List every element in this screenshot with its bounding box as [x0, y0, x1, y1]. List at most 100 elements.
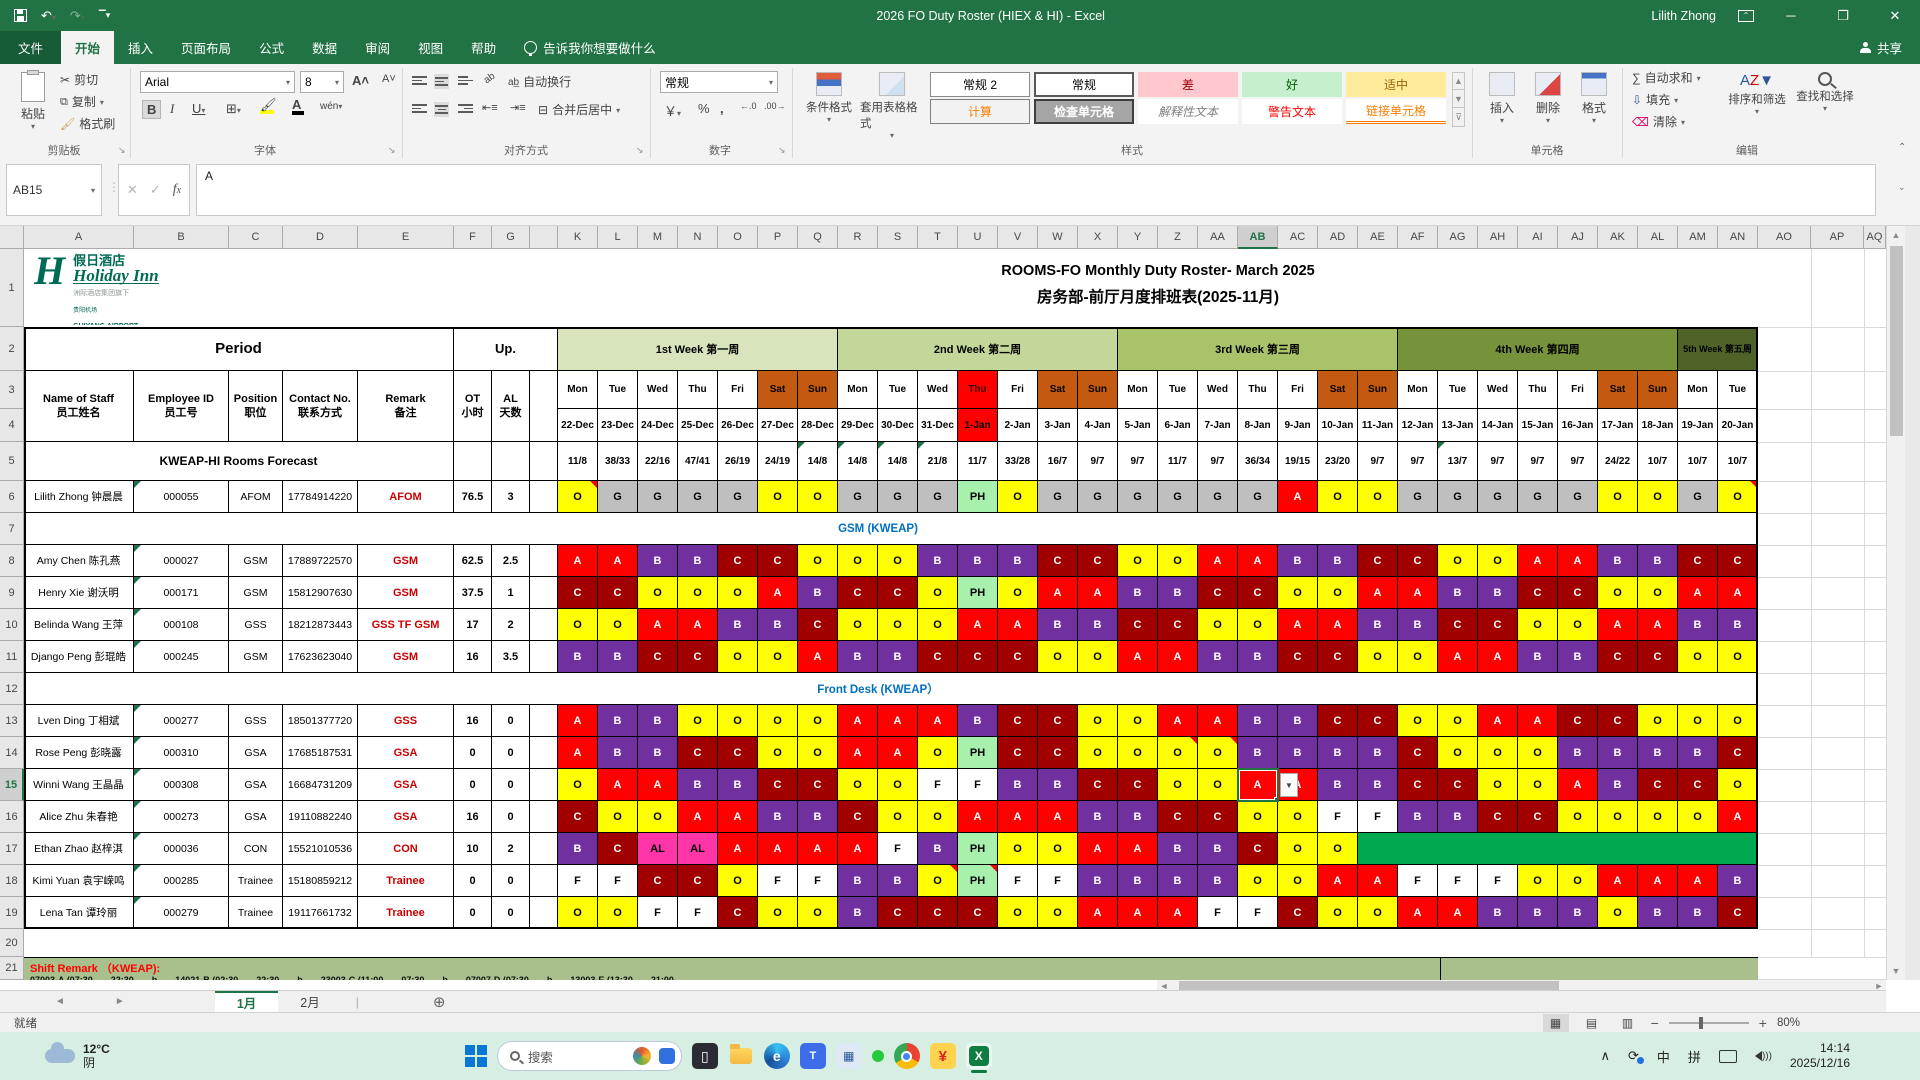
shift-cell-18-12[interactable]: F	[1038, 865, 1078, 897]
staff-name[interactable]: Alice Zhu 朱春艳	[24, 801, 134, 833]
remark[interactable]: GSA	[358, 801, 454, 833]
shift-cell-15-14[interactable]: C	[1118, 769, 1158, 801]
shift-cell-16-4[interactable]: A	[718, 801, 758, 833]
shift-cell-17-14[interactable]: A	[1118, 833, 1158, 865]
column-header-G[interactable]: G	[492, 226, 530, 249]
shift-cell-14-0[interactable]: A	[558, 737, 598, 769]
shift-cell-9-7[interactable]: C	[838, 577, 878, 609]
remark[interactable]: AFOM	[358, 481, 454, 513]
normal-view-icon[interactable]: ▦	[1543, 1014, 1569, 1032]
forecast-20[interactable]: 9/7	[1358, 442, 1398, 481]
shift-cell-9-10[interactable]: PH	[958, 577, 998, 609]
shift-cell-19-24[interactable]: B	[1518, 897, 1558, 929]
contact[interactable]: 16684731209	[283, 769, 358, 801]
shift-cell-18-2[interactable]: C	[638, 865, 678, 897]
ot-hours[interactable]: 0	[454, 737, 492, 769]
row-header-6[interactable]: 6	[0, 481, 24, 513]
shift-cell-6-26[interactable]: O	[1598, 481, 1638, 513]
app-icon-dark[interactable]: ▯	[692, 1043, 718, 1069]
shift-cell-8-9[interactable]: B	[918, 545, 958, 577]
date-5-Jan[interactable]: 5-Jan	[1118, 409, 1158, 442]
column-header-AQ[interactable]: AQ	[1864, 226, 1886, 249]
shift-cell-14-27[interactable]: B	[1638, 737, 1678, 769]
day-name-5[interactable]: Sat	[758, 371, 798, 409]
shift-cell-6-12[interactable]: G	[1038, 481, 1078, 513]
shift-cell-14-11[interactable]: C	[998, 737, 1038, 769]
search-box[interactable]: 搜索	[497, 1041, 682, 1071]
shift-cell-15-7[interactable]: O	[838, 769, 878, 801]
column-header-U[interactable]: U	[958, 226, 998, 249]
column-header-AM[interactable]: AM	[1678, 226, 1718, 249]
shift-cell-11-22[interactable]: A	[1438, 641, 1478, 673]
column-header-Q[interactable]: Q	[798, 226, 838, 249]
shift-cell-19-5[interactable]: O	[758, 897, 798, 929]
shift-cell-19-6[interactable]: O	[798, 897, 838, 929]
staff-name[interactable]: Belinda Wang 王萍	[24, 609, 134, 641]
shift-cell-9-3[interactable]: O	[678, 577, 718, 609]
day-name-2[interactable]: Wed	[638, 371, 678, 409]
shift-cell-17-19[interactable]: O	[1318, 833, 1358, 865]
date-31-Dec[interactable]: 31-Dec	[918, 409, 958, 442]
forecast-1[interactable]: 38/33	[598, 442, 638, 481]
date-8-Jan[interactable]: 8-Jan	[1238, 409, 1278, 442]
shift-cell-8-16[interactable]: A	[1198, 545, 1238, 577]
file-explorer-icon[interactable]	[728, 1043, 754, 1069]
shift-cell-13-8[interactable]: A	[878, 705, 918, 737]
shift-cell-19-14[interactable]: A	[1118, 897, 1158, 929]
shift-cell-10-3[interactable]: A	[678, 609, 718, 641]
date-12-Jan[interactable]: 12-Jan	[1398, 409, 1438, 442]
shift-cell-15-28[interactable]: C	[1678, 769, 1718, 801]
column-header-AK[interactable]: AK	[1598, 226, 1638, 249]
column-header-W[interactable]: W	[1038, 226, 1078, 249]
shift-cell-10-16[interactable]: O	[1198, 609, 1238, 641]
shift-cell-16-1[interactable]: O	[598, 801, 638, 833]
day-name-26[interactable]: Sat	[1598, 371, 1638, 409]
shift-cell-9-5[interactable]: A	[758, 577, 798, 609]
date-14-Jan[interactable]: 14-Jan	[1478, 409, 1518, 442]
shift-cell-14-5[interactable]: O	[758, 737, 798, 769]
forecast-16[interactable]: 9/7	[1198, 442, 1238, 481]
shift-cell-14-24[interactable]: O	[1518, 737, 1558, 769]
day-name-21[interactable]: Mon	[1398, 371, 1438, 409]
remark[interactable]: GSM	[358, 545, 454, 577]
shift-cell-16-24[interactable]: C	[1518, 801, 1558, 833]
contact[interactable]: 17784914220	[283, 481, 358, 513]
position[interactable]: GSA	[229, 737, 283, 769]
shift-cell-13-5[interactable]: O	[758, 705, 798, 737]
shift-cell-8-0[interactable]: A	[558, 545, 598, 577]
day-name-19[interactable]: Sat	[1318, 371, 1358, 409]
shift-cell-19-17[interactable]: F	[1238, 897, 1278, 929]
shift-cell-10-29[interactable]: B	[1718, 609, 1758, 641]
shift-cell-18-7[interactable]: B	[838, 865, 878, 897]
shift-cell-19-12[interactable]: O	[1038, 897, 1078, 929]
shift-cell-10-13[interactable]: B	[1078, 609, 1118, 641]
shift-cell-15-20[interactable]: B	[1358, 769, 1398, 801]
employee-id[interactable]: 000273	[134, 801, 229, 833]
shift-cell-19-29[interactable]: C	[1718, 897, 1758, 929]
shift-cell-13-14[interactable]: O	[1118, 705, 1158, 737]
shift-cell-18-18[interactable]: O	[1278, 865, 1318, 897]
staff-name[interactable]: Ethan Zhao 赵梓淇	[24, 833, 134, 865]
shift-cell-15-21[interactable]: C	[1398, 769, 1438, 801]
day-name-16[interactable]: Wed	[1198, 371, 1238, 409]
shift-cell-10-18[interactable]: A	[1278, 609, 1318, 641]
remark[interactable]: Trainee	[358, 865, 454, 897]
shift-cell-11-18[interactable]: C	[1278, 641, 1318, 673]
shift-cell-6-28[interactable]: G	[1678, 481, 1718, 513]
shift-cell-10-20[interactable]: B	[1358, 609, 1398, 641]
date-20-Jan[interactable]: 20-Jan	[1718, 409, 1758, 442]
column-header-AG[interactable]: AG	[1438, 226, 1478, 249]
shift-cell-11-28[interactable]: O	[1678, 641, 1718, 673]
shift-cell-10-21[interactable]: B	[1398, 609, 1438, 641]
shift-cell-17-17[interactable]: C	[1238, 833, 1278, 865]
shift-cell-16-18[interactable]: O	[1278, 801, 1318, 833]
row-header-17[interactable]: 17	[0, 833, 24, 865]
shift-cell-8-13[interactable]: C	[1078, 545, 1118, 577]
shift-cell-16-14[interactable]: B	[1118, 801, 1158, 833]
shift-cell-8-7[interactable]: O	[838, 545, 878, 577]
shift-cell-17-10[interactable]: PH	[958, 833, 998, 865]
shift-cell-6-7[interactable]: G	[838, 481, 878, 513]
al-days[interactable]: 0	[492, 801, 530, 833]
column-header-R[interactable]: R	[838, 226, 878, 249]
remark[interactable]: GSA	[358, 737, 454, 769]
